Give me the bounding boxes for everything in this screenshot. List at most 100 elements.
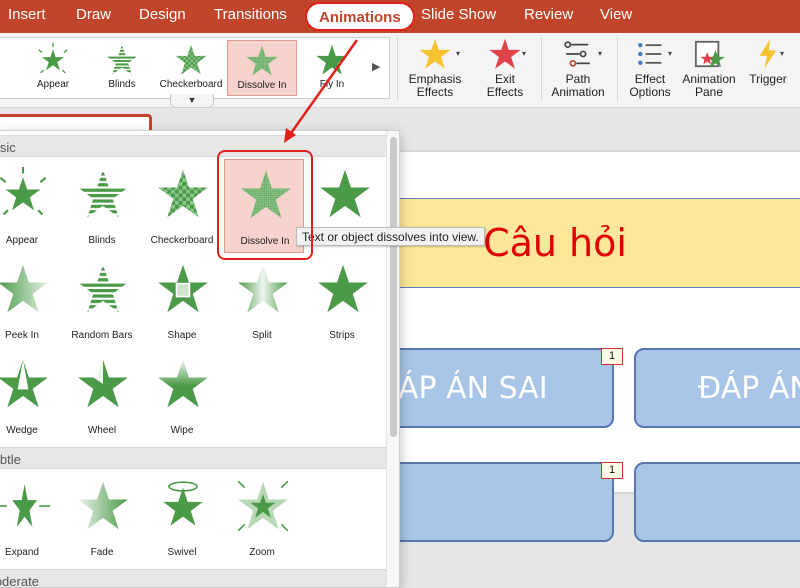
expand-star-icon bbox=[0, 479, 50, 533]
answer-box[interactable] bbox=[634, 462, 800, 542]
path-animation-icon bbox=[564, 41, 590, 67]
trigger-button[interactable]: Trigger ▾ bbox=[746, 35, 790, 105]
wipe-star-icon bbox=[156, 357, 210, 411]
effect-label: Wheel bbox=[87, 425, 117, 436]
exit-star-icon bbox=[489, 38, 521, 69]
peek-in-star-icon bbox=[0, 262, 50, 316]
effect-shape[interactable]: Shape bbox=[142, 254, 222, 354]
effect-label: Expand bbox=[5, 547, 39, 558]
animations-ribbon: Appear Blinds Checkerboard Dissolve In F… bbox=[0, 33, 800, 108]
annotation-highlight-box bbox=[217, 150, 313, 260]
effect-wedge[interactable]: Wedge bbox=[0, 349, 62, 449]
effect-label: Split bbox=[252, 330, 272, 341]
effect-strips[interactable]: Strips bbox=[302, 254, 382, 354]
path-label-2: Animation bbox=[551, 85, 605, 99]
effect-label: Blinds bbox=[88, 235, 116, 246]
path-animation-button[interactable]: Path Animation ▾ bbox=[548, 35, 608, 105]
tab-insert[interactable]: Insert bbox=[8, 6, 46, 23]
effect-label: Random Bars bbox=[71, 330, 133, 341]
section-header-basic: Basic bbox=[0, 135, 386, 157]
effect-expand[interactable]: Expand bbox=[0, 471, 62, 571]
emphasis-effects-button[interactable]: Emphasis Effects ▾ bbox=[404, 35, 466, 105]
tab-view[interactable]: View bbox=[600, 6, 632, 23]
effect-zoom[interactable]: Zoom bbox=[222, 471, 302, 571]
effect-label: Swivel bbox=[167, 547, 197, 558]
options-label-2: Options bbox=[629, 85, 671, 99]
gallery-item-label: Dissolve In bbox=[237, 80, 287, 91]
gallery-item-fly-in[interactable]: Fly In bbox=[299, 40, 365, 96]
effect-label: Wedge bbox=[6, 425, 38, 436]
chevron-down-icon: ▾ bbox=[598, 49, 603, 58]
scrollbar-thumb[interactable] bbox=[390, 137, 397, 437]
effect-split[interactable]: Split bbox=[222, 254, 302, 354]
gallery-scroll-right-icon[interactable]: ▶ bbox=[372, 60, 380, 73]
strips-star-icon bbox=[318, 167, 372, 221]
effect-label: Wipe bbox=[170, 425, 194, 436]
effect-swivel[interactable]: Swivel bbox=[142, 471, 222, 571]
lightning-icon bbox=[759, 39, 777, 69]
effect-options-icon bbox=[638, 42, 662, 66]
section-label: Subtle bbox=[0, 452, 21, 467]
effect-label: Checkerboard bbox=[150, 235, 214, 246]
section-label: Moderate bbox=[0, 574, 39, 588]
gallery-item-label: Checkerboard bbox=[159, 79, 223, 90]
tab-animations[interactable]: Animations bbox=[305, 2, 415, 31]
emphasis-star-icon bbox=[419, 38, 451, 69]
tab-design[interactable]: Design bbox=[139, 6, 186, 23]
effect-label: Shape bbox=[167, 330, 197, 341]
effect-peek-in[interactable]: Peek In bbox=[0, 254, 62, 354]
effect-appear[interactable]: Appear bbox=[0, 159, 62, 259]
gallery-item-checkerboard[interactable]: Checkerboard bbox=[158, 40, 224, 96]
zoom-star-icon bbox=[236, 479, 290, 533]
tab-slide-show[interactable]: Slide Show bbox=[421, 6, 496, 23]
ribbon-divider bbox=[397, 37, 398, 101]
effect-random-bars[interactable]: Random Bars bbox=[62, 254, 142, 354]
animation-order-badge[interactable]: 1 bbox=[601, 348, 623, 365]
gallery-item-dissolve-in[interactable]: Dissolve In bbox=[227, 40, 297, 96]
animation-gallery: Appear Blinds Checkerboard Dissolve In F… bbox=[0, 37, 390, 99]
ribbon-tab-bar: Insert Draw Design Transitions Animation… bbox=[0, 0, 800, 33]
tab-review[interactable]: Review bbox=[524, 6, 573, 23]
gallery-item-appear[interactable]: Appear bbox=[20, 40, 86, 96]
effect-wipe[interactable]: Wipe bbox=[142, 349, 222, 449]
split-star-icon bbox=[236, 262, 290, 316]
fly-in-star-icon bbox=[312, 43, 352, 77]
exit-effects-button[interactable]: Exit Effects ▾ bbox=[478, 35, 532, 105]
animation-pane-icon bbox=[694, 40, 725, 68]
section-header-subtle: Subtle bbox=[0, 447, 386, 469]
chevron-down-icon: ▾ bbox=[668, 49, 673, 58]
effect-label: Zoom bbox=[249, 547, 275, 558]
gallery-expand-button[interactable]: ▼ bbox=[170, 94, 214, 108]
effect-wheel[interactable]: Wheel bbox=[62, 349, 142, 449]
emphasis-label-2: Effects bbox=[416, 85, 454, 99]
tab-transitions[interactable]: Transitions bbox=[214, 6, 287, 23]
animation-pane-button[interactable]: Animation Pane bbox=[680, 35, 738, 105]
blinds-star-icon bbox=[102, 43, 142, 77]
effect-label: Fade bbox=[90, 547, 114, 558]
blinds-star-icon bbox=[76, 167, 130, 221]
appear-star-icon bbox=[33, 43, 73, 77]
checkerboard-star-icon bbox=[171, 43, 211, 77]
ribbon-divider bbox=[541, 37, 542, 101]
effect-checkerboard[interactable]: Checkerboard bbox=[142, 159, 222, 259]
trigger-label: Trigger bbox=[749, 72, 787, 86]
shape-star-icon bbox=[156, 262, 210, 316]
answer-box-right[interactable]: ĐÁP ÁN bbox=[634, 348, 800, 428]
question-text: Câu hỏi bbox=[483, 221, 627, 265]
tab-draw[interactable]: Draw bbox=[76, 6, 111, 23]
random-bars-star-icon bbox=[76, 262, 130, 316]
effect-blinds[interactable]: Blinds bbox=[62, 159, 142, 259]
panel-scrollbar[interactable] bbox=[386, 131, 399, 587]
effect-fade[interactable]: Fade bbox=[62, 471, 142, 571]
wheel-star-icon bbox=[76, 357, 130, 411]
effect-options-button[interactable]: Effect Options ▾ bbox=[624, 35, 676, 105]
effect-label: Peek In bbox=[5, 330, 39, 341]
animation-order-badge[interactable]: 1 bbox=[601, 462, 623, 479]
swivel-star-icon bbox=[156, 479, 210, 533]
wedge-star-icon bbox=[0, 357, 50, 411]
checkerboard-star-icon bbox=[156, 167, 210, 221]
effect-label: Appear bbox=[5, 235, 39, 246]
entrance-effects-panel: Basic Appear Blinds Checkerboard Dissolv… bbox=[0, 130, 400, 588]
gallery-item-blinds[interactable]: Blinds bbox=[89, 40, 155, 96]
strips-star-icon bbox=[316, 262, 370, 316]
